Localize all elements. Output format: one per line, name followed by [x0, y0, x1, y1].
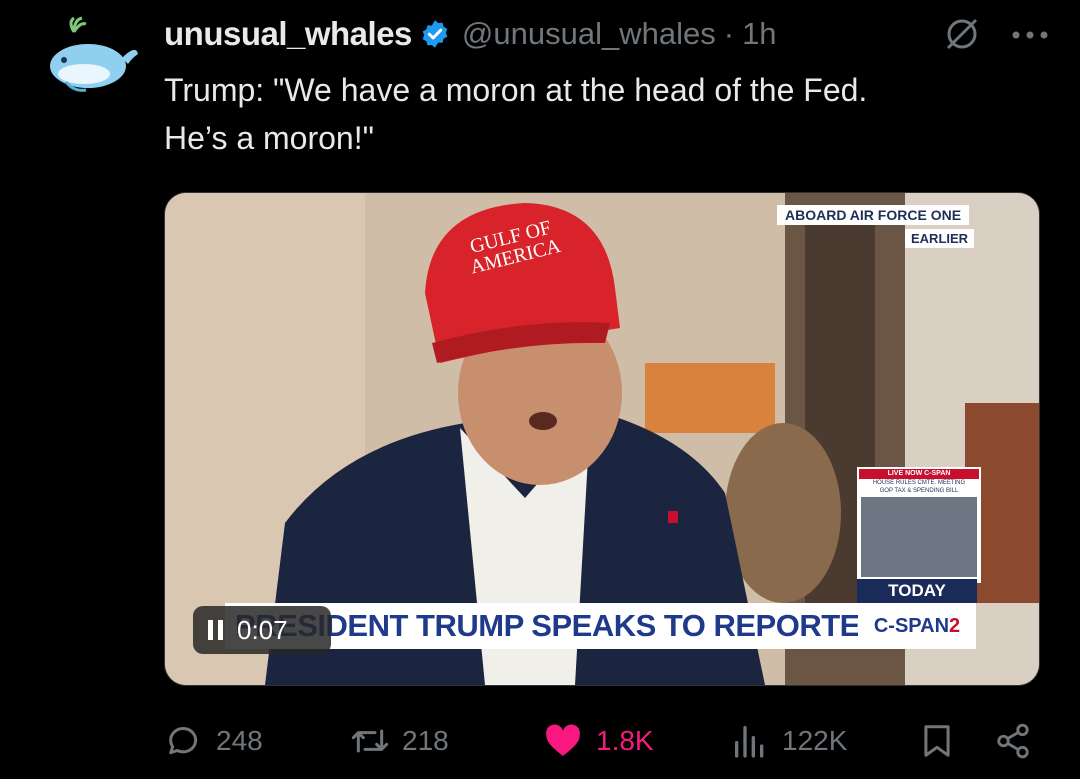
repost-button[interactable]: 218 — [350, 716, 449, 766]
chyron-location-sub: EARLIER — [905, 229, 975, 248]
tweet-text-line-2: He’s a moron!" — [164, 120, 374, 156]
views-icon — [735, 726, 764, 758]
live-now-box: LIVE NOW C-SPAN HOUSE RULES CMTE. MEETIN… — [857, 467, 981, 583]
author-handle[interactable]: @unusual_whales — [462, 16, 716, 52]
views-button[interactable]: 122K — [730, 716, 847, 766]
video-player[interactable]: GULF OF AMERICA ABOARD AIR FORCE ONE EAR… — [164, 192, 1040, 686]
network-name: C-SPAN — [873, 615, 950, 637]
like-icon — [546, 724, 580, 756]
video-time-overlay[interactable]: 0:07 — [193, 606, 331, 654]
author-display-name[interactable]: unusual_whales — [164, 15, 412, 53]
post-time[interactable]: 1h — [742, 16, 776, 52]
like-count: 1.8K — [596, 725, 654, 756]
tweet-header: unusual_whales @unusual_whales · 1h — [164, 12, 1056, 56]
whale-avatar-icon — [50, 16, 138, 92]
network-logo: C-SPAN2 — [858, 603, 976, 649]
today-label: TODAY — [857, 579, 977, 603]
repost-icon — [351, 729, 389, 753]
live-now-header: LIVE NOW C-SPAN — [859, 469, 979, 479]
video-timestamp: 0:07 — [237, 614, 288, 645]
like-button[interactable]: 1.8K — [542, 716, 654, 766]
pause-icon[interactable] — [207, 619, 225, 641]
reply-count: 248 — [216, 725, 263, 756]
tweet-text-line-1: Trump: "We have a moron at the head of t… — [164, 72, 868, 108]
tweet-text: Trump: "We have a moron at the head of t… — [164, 66, 1044, 162]
views-count: 122K — [782, 725, 848, 756]
bookmark-icon[interactable] — [918, 722, 956, 760]
avatar[interactable] — [44, 12, 138, 100]
live-now-thumbnail — [861, 497, 977, 577]
verified-badge-icon — [422, 20, 448, 48]
share-icon[interactable] — [994, 722, 1032, 760]
live-now-sub-1: HOUSE RULES CMTE. MEETING — [872, 480, 966, 486]
separator-dot: · — [723, 16, 735, 51]
grok-icon[interactable] — [942, 14, 982, 54]
action-bar: 248 218 1.8K 122K — [164, 716, 1040, 766]
repost-count: 218 — [402, 725, 449, 756]
network-number: 2 — [949, 615, 961, 637]
chyron-location: ABOARD AIR FORCE ONE — [777, 205, 970, 225]
live-now-sub-2: GOP TAX & SPENDING BILL — [879, 488, 959, 494]
reply-icon — [169, 727, 198, 755]
reply-button[interactable]: 248 — [164, 716, 263, 766]
more-icon[interactable] — [1010, 30, 1050, 40]
